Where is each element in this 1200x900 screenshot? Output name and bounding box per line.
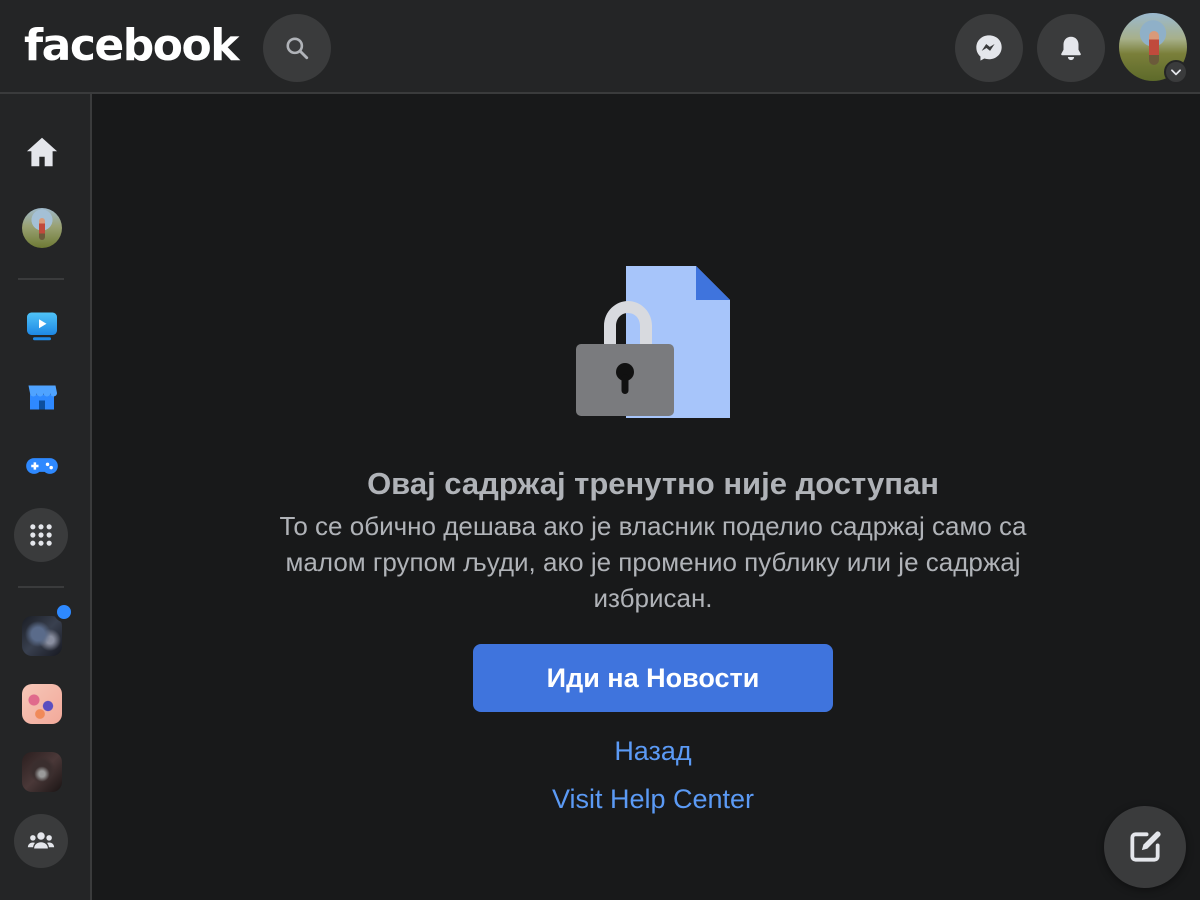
notification-dot <box>54 602 74 622</box>
sidebar-item-watch[interactable] <box>16 300 68 352</box>
help-center-link[interactable]: Visit Help Center <box>94 782 1200 816</box>
group-avatar <box>22 616 62 656</box>
chevron-down-icon <box>1171 69 1181 76</box>
locked-content-icon <box>576 266 730 418</box>
home-icon <box>26 137 58 167</box>
search-icon <box>286 37 309 60</box>
sidebar-item-groups[interactable] <box>14 814 68 868</box>
grid-menu-icon <box>30 524 52 546</box>
avatar <box>22 208 62 248</box>
left-sidebar <box>0 94 92 900</box>
compose-icon <box>1130 831 1161 862</box>
sidebar-item-group-2[interactable] <box>16 678 68 730</box>
gaming-icon <box>26 458 58 474</box>
group-avatar <box>22 752 62 792</box>
new-message-button[interactable] <box>1104 806 1186 888</box>
sidebar-item-home[interactable] <box>16 126 68 178</box>
sidebar-item-menu[interactable] <box>14 508 68 562</box>
messenger-button[interactable] <box>955 14 1023 82</box>
messenger-icon <box>976 35 1002 61</box>
page-title: Овај садржај тренутно није доступан <box>367 466 939 501</box>
facebook-logo[interactable]: facebook <box>24 20 239 72</box>
error-description: То се обично дешава ако је власник подел… <box>279 511 1027 613</box>
group-avatar <box>22 684 62 724</box>
sidebar-item-marketplace[interactable] <box>16 370 68 422</box>
sidebar-divider <box>18 586 64 588</box>
notifications-button[interactable] <box>1037 14 1105 82</box>
sidebar-item-profile[interactable] <box>16 202 68 254</box>
sidebar-divider <box>18 278 64 280</box>
sidebar-item-gaming[interactable] <box>16 440 68 492</box>
bell-icon <box>1061 36 1081 61</box>
back-link[interactable]: Назад <box>94 734 1200 768</box>
search-button[interactable] <box>263 14 331 82</box>
top-navigation-bar: facebook <box>0 0 1200 94</box>
go-to-news-feed-button[interactable]: Иди на Новости <box>473 644 833 712</box>
sidebar-item-group-3[interactable] <box>16 746 68 798</box>
watch-icon <box>27 312 57 341</box>
account-menu-button[interactable] <box>1164 60 1188 84</box>
groups-icon <box>27 832 55 849</box>
main-content: Овај садржај тренутно није доступан То с… <box>94 96 1200 900</box>
marketplace-icon <box>28 385 57 410</box>
